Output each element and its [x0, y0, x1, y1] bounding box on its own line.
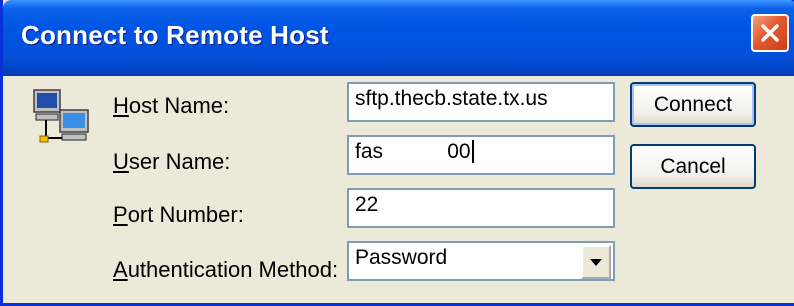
network-computers-icon: [33, 89, 89, 143]
host-name-field[interactable]: sftp.thecb.state.tx.us: [347, 82, 615, 122]
title-bar[interactable]: Connect to Remote Host: [3, 0, 794, 76]
dropdown-button[interactable]: [581, 245, 611, 279]
connect-button[interactable]: Connect: [630, 82, 756, 127]
dialog-body: Host Name: sftp.thecb.state.tx.us User N…: [6, 76, 794, 303]
host-name-label: Host Name:: [113, 93, 230, 118]
user-name-label: User Name:: [113, 149, 231, 174]
port-number-label: Port Number:: [113, 202, 244, 227]
user-name-field[interactable]: fas 00: [347, 135, 615, 175]
close-button[interactable]: [751, 14, 789, 52]
cancel-button[interactable]: Cancel: [630, 144, 756, 189]
close-icon: [761, 24, 779, 42]
dialog-window: Connect to Remote Host Host Name: sftp.t…: [0, 0, 794, 306]
auth-method-label: Authentication Method:: [113, 257, 339, 282]
window-title: Connect to Remote Host: [21, 20, 329, 50]
text-cursor: [471, 140, 474, 163]
auth-method-select[interactable]: Password: [347, 241, 615, 281]
port-number-field[interactable]: 22: [347, 188, 615, 228]
chevron-down-icon: [590, 259, 602, 266]
